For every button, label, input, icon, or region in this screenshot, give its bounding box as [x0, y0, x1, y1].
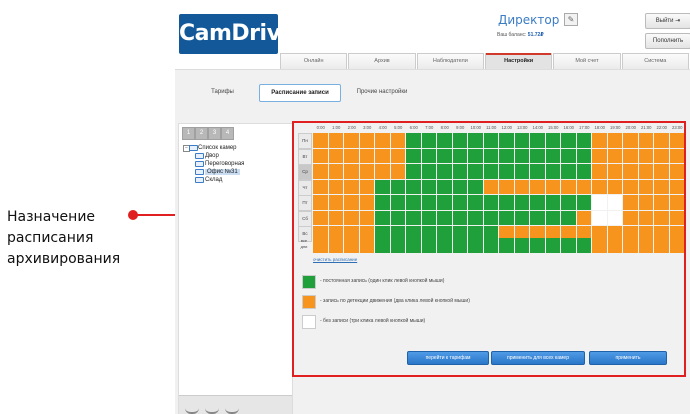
tree-camera-meeting-room[interactable]: Переговорная — [183, 160, 244, 168]
subtab-schedule[interactable]: Расписание записи — [259, 84, 341, 102]
tree-camera-office-31[interactable]: Офис №31 — [183, 168, 244, 176]
camera-icon — [195, 161, 204, 167]
add-camera-icon[interactable] — [185, 400, 199, 414]
camera-icon — [195, 153, 204, 159]
camera-label: Переговорная — [205, 161, 245, 167]
balance-value: 51.72₽ — [527, 32, 544, 38]
tab-watchers[interactable]: Наблюдатели — [416, 53, 484, 69]
camera-group-icon — [189, 145, 198, 151]
tree-root-label: Список камер — [198, 145, 237, 151]
tree-camera-warehouse[interactable]: Склад — [183, 176, 244, 184]
annotation-line-3: архивирования — [7, 251, 121, 267]
annotation-dot — [128, 210, 138, 220]
tab-system[interactable]: Система — [621, 53, 689, 69]
camera-label: Офис №31 — [205, 169, 240, 175]
subtab-other-settings[interactable]: Прочие настройки — [347, 84, 417, 100]
camera-count-4[interactable]: 4 — [221, 127, 234, 140]
edit-profile-icon[interactable]: ✎ — [564, 13, 578, 26]
camera-label: Склад — [205, 177, 223, 183]
delete-camera-icon[interactable] — [225, 400, 239, 414]
tab-online[interactable]: Онлайн — [280, 53, 348, 69]
topup-button[interactable]: Пополнить — [645, 33, 690, 49]
camera-count-1[interactable]: 1 — [182, 127, 195, 140]
exit-icon: ⇥ — [675, 18, 681, 24]
tree-camera-yard[interactable]: Двор — [183, 152, 244, 160]
camera-label: Двор — [205, 153, 219, 159]
main-tabs: Онлайн Архив Наблюдатели Настройки Мой с… — [280, 53, 690, 69]
annotation-line-2: расписания — [7, 230, 94, 246]
subtab-tariffs[interactable]: Тарифы — [195, 84, 250, 100]
exit-label: Выйти — [655, 18, 674, 24]
balance: Ваш баланс: 51.72₽ — [497, 32, 544, 38]
camera-count-2[interactable]: 2 — [195, 127, 208, 140]
highlight-frame — [292, 121, 686, 377]
camera-icon — [195, 169, 204, 175]
tab-my-account[interactable]: Мой счет — [553, 53, 621, 69]
camera-panel: 1 2 3 4 − Список камер Двор Переговорная — [178, 123, 293, 414]
camdrive-logo[interactable]: CamDrive — [179, 14, 295, 54]
exit-button[interactable]: Выйти ⇥ — [645, 13, 690, 29]
camera-icon — [195, 177, 204, 183]
tab-settings[interactable]: Настройки — [484, 53, 553, 69]
camera-tools — [179, 395, 292, 414]
edit-camera-icon[interactable] — [205, 400, 219, 414]
camera-count-3[interactable]: 3 — [208, 127, 221, 140]
balance-label: Ваш баланс: — [497, 32, 527, 38]
tab-archive[interactable]: Архив — [348, 53, 416, 69]
tree-root[interactable]: − Список камер — [183, 144, 244, 152]
camera-tree: − Список камер Двор Переговорная Офис №3… — [183, 144, 244, 184]
user-name[interactable]: Директор — [498, 13, 559, 27]
